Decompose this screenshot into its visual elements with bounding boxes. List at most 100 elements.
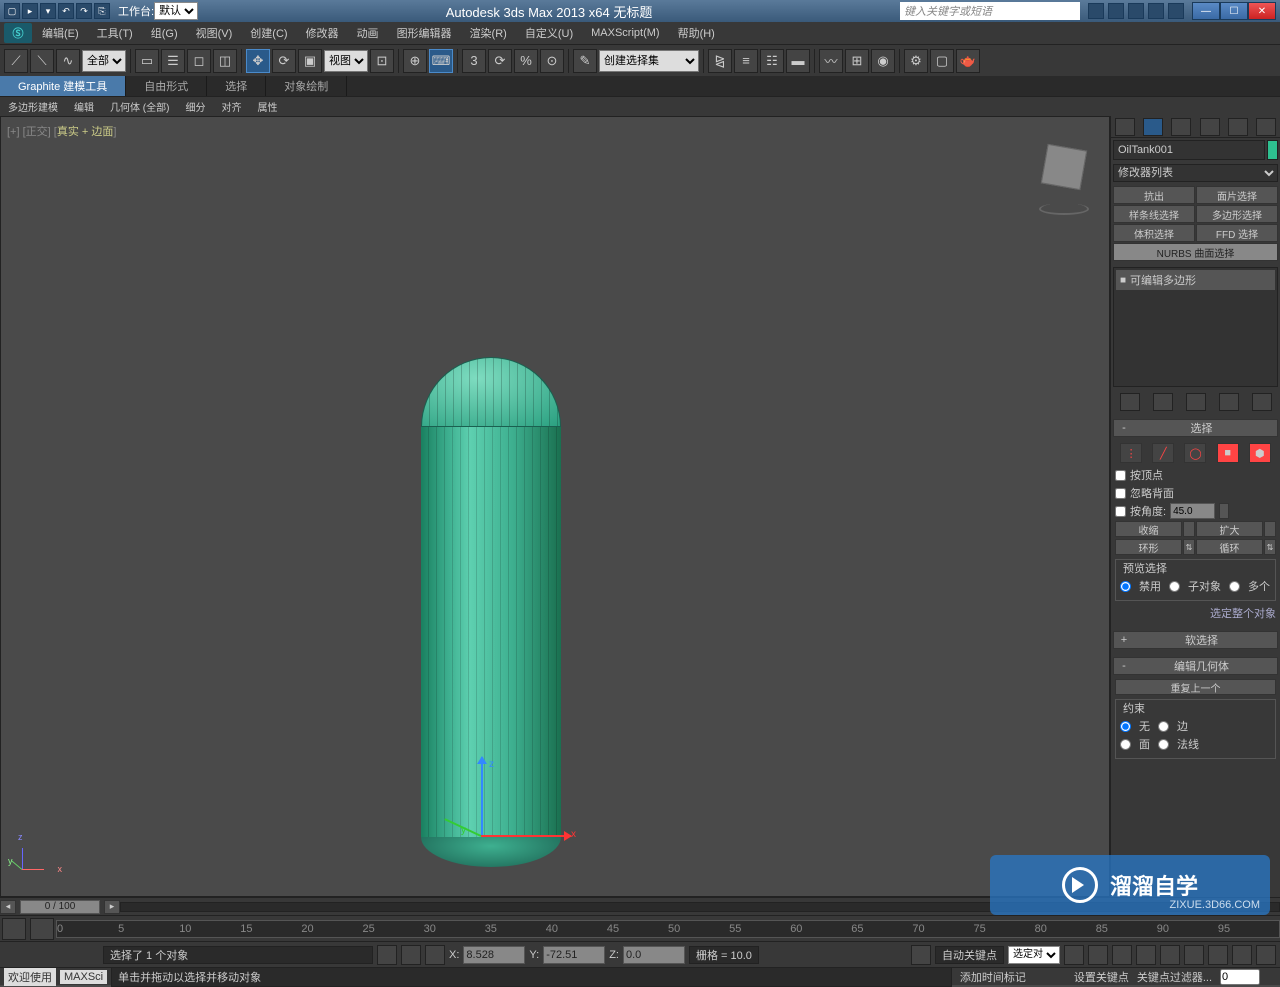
qat-new-icon[interactable]: ▢: [4, 3, 20, 19]
selset-dropdown[interactable]: 选定对: [1008, 946, 1060, 964]
angle-spinner[interactable]: [1219, 503, 1229, 519]
layers-icon[interactable]: ☷: [760, 49, 784, 73]
play-end-icon[interactable]: [1160, 945, 1180, 965]
curve-editor-icon[interactable]: 〰: [819, 49, 843, 73]
pivot-icon[interactable]: ⊡: [370, 49, 394, 73]
coord-y-input[interactable]: [543, 946, 605, 964]
object-color-swatch[interactable]: [1267, 140, 1278, 160]
subobj-element-icon[interactable]: ⬢: [1249, 443, 1271, 463]
play-start-icon[interactable]: [1064, 945, 1084, 965]
rollout-editgeo-header[interactable]: -编辑几何体: [1113, 657, 1278, 675]
ring-spinner[interactable]: ⇅: [1183, 539, 1195, 555]
mod-btn-ffdsel[interactable]: FFD 选择: [1196, 224, 1278, 242]
link-selectall[interactable]: 选定整个对象: [1115, 605, 1276, 621]
modifier-list-dropdown[interactable]: 修改器列表: [1113, 164, 1278, 182]
subobj-edge-icon[interactable]: ╱: [1152, 443, 1174, 463]
menu-customize[interactable]: 自定义(U): [517, 23, 581, 43]
qat-redo-icon[interactable]: ↷: [76, 3, 92, 19]
select-region-icon[interactable]: ◻: [187, 49, 211, 73]
hierarchy-tab-icon[interactable]: [1171, 118, 1191, 136]
bind-icon[interactable]: ∿: [56, 49, 80, 73]
menu-tools[interactable]: 工具(T): [89, 23, 141, 43]
trackbar-toggle-icon[interactable]: [2, 918, 26, 940]
isolate-icon[interactable]: [401, 945, 421, 965]
link-icon[interactable]: ⟋: [4, 49, 28, 73]
nav-zoomall-icon[interactable]: [1208, 945, 1228, 965]
mod-btn-patchsel[interactable]: 面片选择: [1196, 186, 1278, 204]
menu-create[interactable]: 创建(C): [242, 23, 295, 43]
chk-ignoreback[interactable]: [1115, 488, 1126, 499]
ribbon-tab-selection[interactable]: 选择: [207, 76, 266, 96]
material-editor-icon[interactable]: ◉: [871, 49, 895, 73]
chk-byvertex[interactable]: [1115, 470, 1126, 481]
minimize-button[interactable]: —: [1192, 2, 1220, 20]
angle-input[interactable]: [1170, 503, 1215, 519]
object-name-input[interactable]: [1113, 140, 1265, 160]
viewcube-ring-icon[interactable]: [1039, 203, 1089, 215]
btn-shrink[interactable]: 收缩: [1115, 521, 1182, 537]
close-button[interactable]: ✕: [1248, 2, 1276, 20]
rad-none[interactable]: [1120, 721, 1131, 732]
mod-btn-splinesel[interactable]: 样条线选择: [1113, 205, 1195, 223]
select-name-icon[interactable]: ☰: [161, 49, 185, 73]
rad-face[interactable]: [1120, 739, 1131, 750]
nav-zoomext-icon[interactable]: [1232, 945, 1252, 965]
keyboard-shortcut-icon[interactable]: ⌨: [429, 49, 453, 73]
chk-byangle[interactable]: [1115, 506, 1126, 517]
workspace-dropdown[interactable]: 默认: [154, 2, 198, 20]
frame-input[interactable]: [1220, 969, 1260, 985]
mirror-icon[interactable]: ⧎: [708, 49, 732, 73]
mod-btn-polysel[interactable]: 多边形选择: [1196, 205, 1278, 223]
loop-spinner[interactable]: ⇅: [1264, 539, 1276, 555]
motion-tab-icon[interactable]: [1200, 118, 1220, 136]
menu-animation[interactable]: 动画: [349, 23, 387, 43]
subobj-polygon-icon[interactable]: ■: [1217, 443, 1239, 463]
btn-repeat[interactable]: 重复上一个: [1115, 679, 1276, 695]
search-input[interactable]: 键入关键字或短语: [900, 2, 1080, 20]
maxscript-label[interactable]: MAXSci: [60, 970, 107, 984]
menu-maxscript[interactable]: MAXScript(M): [583, 25, 667, 41]
maximize-button[interactable]: ☐: [1220, 2, 1248, 20]
rad-disable[interactable]: [1120, 581, 1131, 592]
manipulate-icon[interactable]: ⊕: [403, 49, 427, 73]
timeslider-next[interactable]: ▸: [104, 900, 120, 914]
stack-item-editpoly[interactable]: ■ 可编辑多边形: [1116, 270, 1275, 290]
ribbon-sub-edit[interactable]: 编辑: [66, 97, 102, 116]
snap-3d-icon[interactable]: 3: [462, 49, 486, 73]
unlink-icon[interactable]: ⟍: [30, 49, 54, 73]
snap-percent-icon[interactable]: %: [514, 49, 538, 73]
window-crossing-icon[interactable]: ◫: [213, 49, 237, 73]
qat-link-icon[interactable]: ⎘: [94, 3, 110, 19]
stack-config-icon[interactable]: [1252, 393, 1272, 411]
menu-modifier[interactable]: 修改器: [298, 23, 347, 43]
play-prev-icon[interactable]: [1088, 945, 1108, 965]
viewport-label[interactable]: [+] [正交] [真实 + 边面]: [7, 123, 116, 139]
ribbon-sub-subdivision[interactable]: 细分: [177, 97, 213, 116]
rotate-icon[interactable]: ⟳: [272, 49, 296, 73]
menu-grapheditor[interactable]: 图形编辑器: [389, 23, 460, 43]
qat-open-icon[interactable]: ▸: [22, 3, 38, 19]
nav-zoom-icon[interactable]: [1184, 945, 1204, 965]
modify-tab-icon[interactable]: [1143, 118, 1163, 136]
coord-display-icon[interactable]: [425, 945, 445, 965]
ribbon-sub-polymodel[interactable]: 多边形建模: [0, 97, 66, 116]
refcoord-dropdown[interactable]: 视图: [324, 50, 368, 72]
mod-btn-extrude[interactable]: 抗出: [1113, 186, 1195, 204]
btn-ring[interactable]: 环形: [1115, 539, 1182, 555]
stack-show-icon[interactable]: [1153, 393, 1173, 411]
utilities-tab-icon[interactable]: [1256, 118, 1276, 136]
schematic-icon[interactable]: ⊞: [845, 49, 869, 73]
menu-view[interactable]: 视图(V): [188, 23, 241, 43]
trackbar-ruler[interactable]: 0 5 10 15 20 25 30 35 40 45 50 55 60 65 …: [56, 920, 1280, 938]
selection-filter[interactable]: 全部: [82, 50, 126, 72]
trackbar-key-icon[interactable]: [30, 918, 54, 940]
move-icon[interactable]: ✥: [246, 49, 270, 73]
setkey-button[interactable]: 设置关键点: [1074, 969, 1129, 985]
keyfilter-button[interactable]: 关键点过滤器...: [1137, 969, 1212, 985]
namedset-dropdown[interactable]: 创建选择集: [599, 50, 699, 72]
qat-save-icon[interactable]: ▾: [40, 3, 56, 19]
modifier-stack[interactable]: ■ 可编辑多边形: [1113, 267, 1278, 387]
btn-loop[interactable]: 循环: [1196, 539, 1263, 555]
ribbon-tab-graphite[interactable]: Graphite 建模工具: [0, 76, 126, 96]
select-icon[interactable]: ▭: [135, 49, 159, 73]
